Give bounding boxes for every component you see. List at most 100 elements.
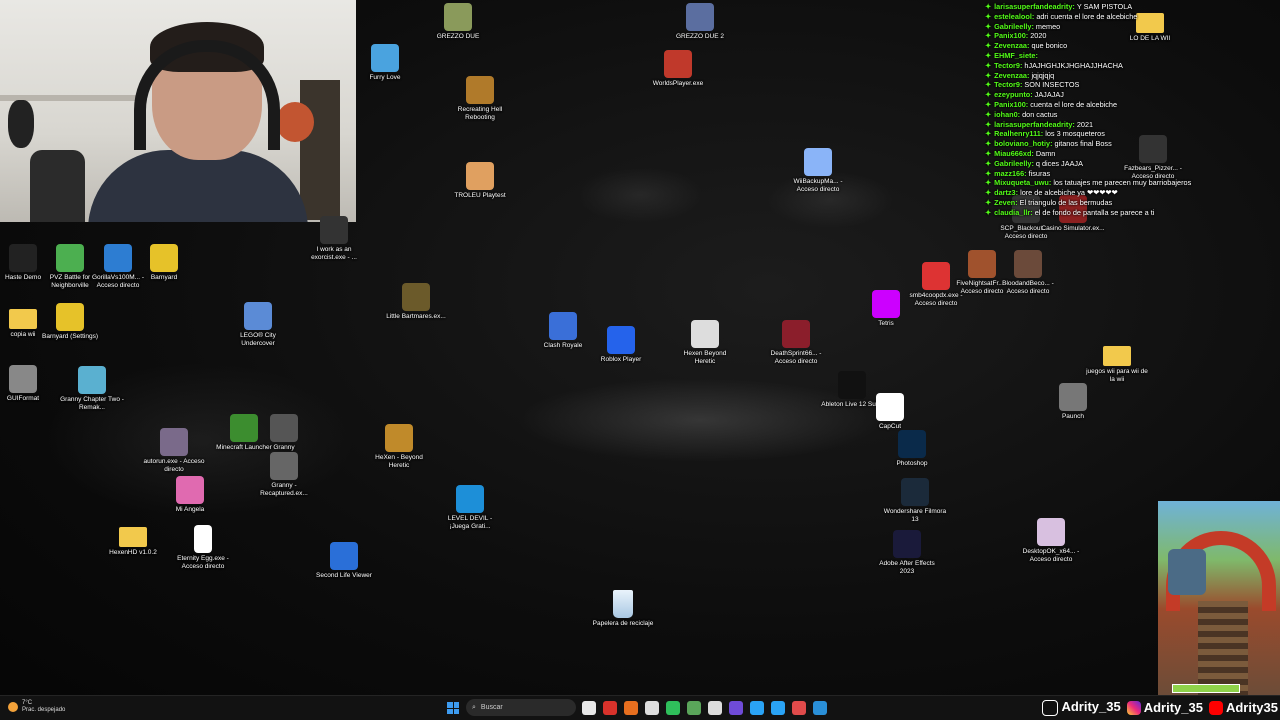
kick-badge-icon: ✦ — [985, 188, 992, 198]
desktop-icon[interactable]: Eternity Egg.exe - Acceso directo — [171, 525, 235, 570]
kick-badge-icon: ✦ — [985, 109, 992, 119]
desktop-icon[interactable]: HexenHD v1.0.2 — [101, 521, 165, 557]
desktop-icon[interactable]: Tetris — [854, 290, 918, 328]
desktop-icon[interactable]: Granny — [252, 414, 316, 452]
desktop-icon[interactable]: Papelera de reciclaje — [591, 590, 655, 628]
desktop-icon-label: GREZZO DUE — [436, 33, 480, 40]
desktop-icon[interactable]: CapCut — [858, 393, 922, 431]
desktop-icon-label: WorldsPlayer.exe — [652, 80, 704, 87]
app-icon — [244, 302, 272, 330]
desktop-icon[interactable]: BloodandBeco... - Acceso directo — [996, 250, 1060, 295]
taskbar-app-icon[interactable] — [645, 701, 659, 715]
desktop-icon-label: juegos wii para wii de la wii — [1086, 368, 1148, 383]
chat-message: ✦ mazz166: fisuras — [985, 169, 1225, 179]
taskbar-app-icon[interactable] — [687, 701, 701, 715]
instagram-handle: Adrity_35 — [1126, 699, 1203, 716]
app-icon — [466, 76, 494, 104]
desktop-icon[interactable]: GUIFormat — [0, 365, 55, 403]
taskbar-app-icon[interactable] — [771, 701, 785, 715]
chat-text: 2020 — [1030, 31, 1047, 41]
start-button[interactable] — [447, 702, 459, 714]
chat-message: ✦ Gabrileelly: memeo — [985, 22, 1225, 32]
desktop-icon[interactable]: WorldsPlayer.exe — [646, 50, 710, 88]
desktop-icon[interactable]: Hexen Beyond Heretic — [673, 320, 737, 365]
taskbar-app-icon[interactable] — [603, 701, 617, 715]
desktop-icon[interactable]: Second Life Viewer — [312, 542, 376, 580]
desktop-icon[interactable]: Adobe After Effects 2023 — [875, 530, 939, 575]
desktop-icon[interactable]: Barnyard (Settings) — [38, 303, 102, 341]
chat-text: SON INSECTOS — [1024, 80, 1080, 90]
app-icon — [456, 485, 484, 513]
taskbar-app-icon[interactable] — [624, 701, 638, 715]
desktop-icon[interactable]: LEVEL DEVIL - ¡Juega Grati... — [438, 485, 502, 530]
desktop-icon[interactable]: Mi Angela — [158, 476, 222, 514]
desktop-icon[interactable]: Roblox Player — [589, 326, 653, 364]
desktop-icon[interactable]: Granny Chapter Two - Remak... — [60, 366, 124, 411]
desktop-icon-label: DeathSprint66... - Acceso directo — [770, 350, 822, 365]
taskbar-app-icon[interactable] — [792, 701, 806, 715]
chat-username: mazz166: — [994, 168, 1029, 178]
chat-message: ✦ EHMF_siete: — [985, 51, 1225, 61]
instagram-handle-text: Adrity_35 — [1143, 699, 1203, 715]
desktop-icon[interactable]: I work as an exorcist.exe - ... — [302, 216, 366, 261]
desktop-icon-label: Furry Love — [369, 74, 401, 81]
taskbar-app-icon[interactable] — [708, 701, 722, 715]
folder-icon — [1103, 346, 1131, 366]
desktop-icon[interactable]: Clash Royale — [531, 312, 595, 350]
app-icon — [320, 216, 348, 244]
weather-widget[interactable]: 7°C Prac. despejado — [8, 700, 65, 714]
app-icon — [691, 320, 719, 348]
desktop-icon[interactable]: juegos wii para wii de la wii — [1085, 340, 1149, 383]
youtube-handle-text: Adrity35 — [1225, 699, 1278, 715]
app-icon — [466, 162, 494, 190]
chat-text: q dices JAAJA — [1035, 158, 1083, 168]
desktop-icon[interactable]: Granny - Recaptured.ex... — [252, 452, 316, 497]
app-icon — [402, 283, 430, 311]
tiktok-icon — [1042, 699, 1059, 716]
chat-username: Zeven: — [994, 197, 1020, 207]
desktop-icon[interactable]: Little Bartmares.ex... — [384, 283, 448, 321]
desktop-icon[interactable]: Barnyard — [132, 244, 196, 282]
desktop-icon[interactable]: Recreating Hell Rebooting — [448, 76, 512, 121]
game-progress-bar — [1172, 684, 1240, 693]
desktop-icon-label: LEGO® City Undercover — [240, 332, 276, 347]
chat-message: ✦ Miau666xd: Damn — [985, 149, 1225, 159]
desktop-icon-label: Papelera de reciclaje — [592, 620, 654, 627]
desktop-icon[interactable]: WiiBackupMa... - Acceso directo — [786, 148, 850, 193]
chat-username: Zevenzaa: — [994, 70, 1032, 80]
desktop-icon[interactable]: autorun.exe - Acceso directo — [142, 428, 206, 473]
taskbar-app-icon[interactable] — [729, 701, 743, 715]
app-icon — [444, 3, 472, 31]
taskbar-app-icon[interactable] — [666, 701, 680, 715]
desktop-icon[interactable]: Photoshop — [880, 430, 944, 468]
kick-badge-icon: ✦ — [985, 21, 992, 31]
app-icon — [160, 428, 188, 456]
taskbar-app-icon[interactable] — [813, 701, 827, 715]
chat-message: ✦ ezeypunto: JAJAJAJ — [985, 90, 1225, 100]
kick-badge-icon: ✦ — [985, 148, 992, 158]
desktop-icon[interactable]: Wondershare Filmora 13 — [883, 478, 947, 523]
chat-text: lore de alcebiche ya ❤❤❤❤❤ — [1020, 188, 1118, 198]
kick-badge-icon: ✦ — [985, 178, 992, 188]
desktop-icon[interactable]: Furry Love — [353, 44, 417, 82]
desktop-icon[interactable]: LEGO® City Undercover — [226, 302, 290, 347]
recycle-bin-icon — [613, 590, 633, 618]
desktop-icon[interactable]: HeXen - Beyond Heretic — [367, 424, 431, 469]
taskbar-app-icon[interactable] — [750, 701, 764, 715]
desktop-icon-label: LEVEL DEVIL - ¡Juega Grati... — [447, 515, 493, 530]
chat-username: estelealool: — [994, 11, 1037, 21]
windows-logo-icon — [447, 702, 453, 708]
folder-icon — [119, 527, 147, 547]
desktop-icon[interactable]: TROLEU Playtest — [448, 162, 512, 200]
desktop-icon[interactable]: Paunch — [1041, 383, 1105, 421]
chat-message: ✦ dartz3: lore de alcebiche ya ❤❤❤❤❤ — [985, 188, 1225, 198]
webcam-guitar — [8, 100, 34, 148]
taskbar-search[interactable]: ⌕ Buscar — [466, 699, 576, 716]
desktop-icon[interactable]: GREZZO DUE — [426, 3, 490, 41]
desktop-icon[interactable]: GREZZO DUE 2 — [668, 3, 732, 41]
desktop-icon[interactable]: DesktopOK_x64... - Acceso directo — [1019, 518, 1083, 563]
desktop-icon-label: Barnyard (Settings) — [42, 333, 98, 340]
app-icon — [56, 244, 84, 272]
taskbar-app-icon[interactable] — [582, 701, 596, 715]
desktop-icon[interactable]: DeathSprint66... - Acceso directo — [764, 320, 828, 365]
